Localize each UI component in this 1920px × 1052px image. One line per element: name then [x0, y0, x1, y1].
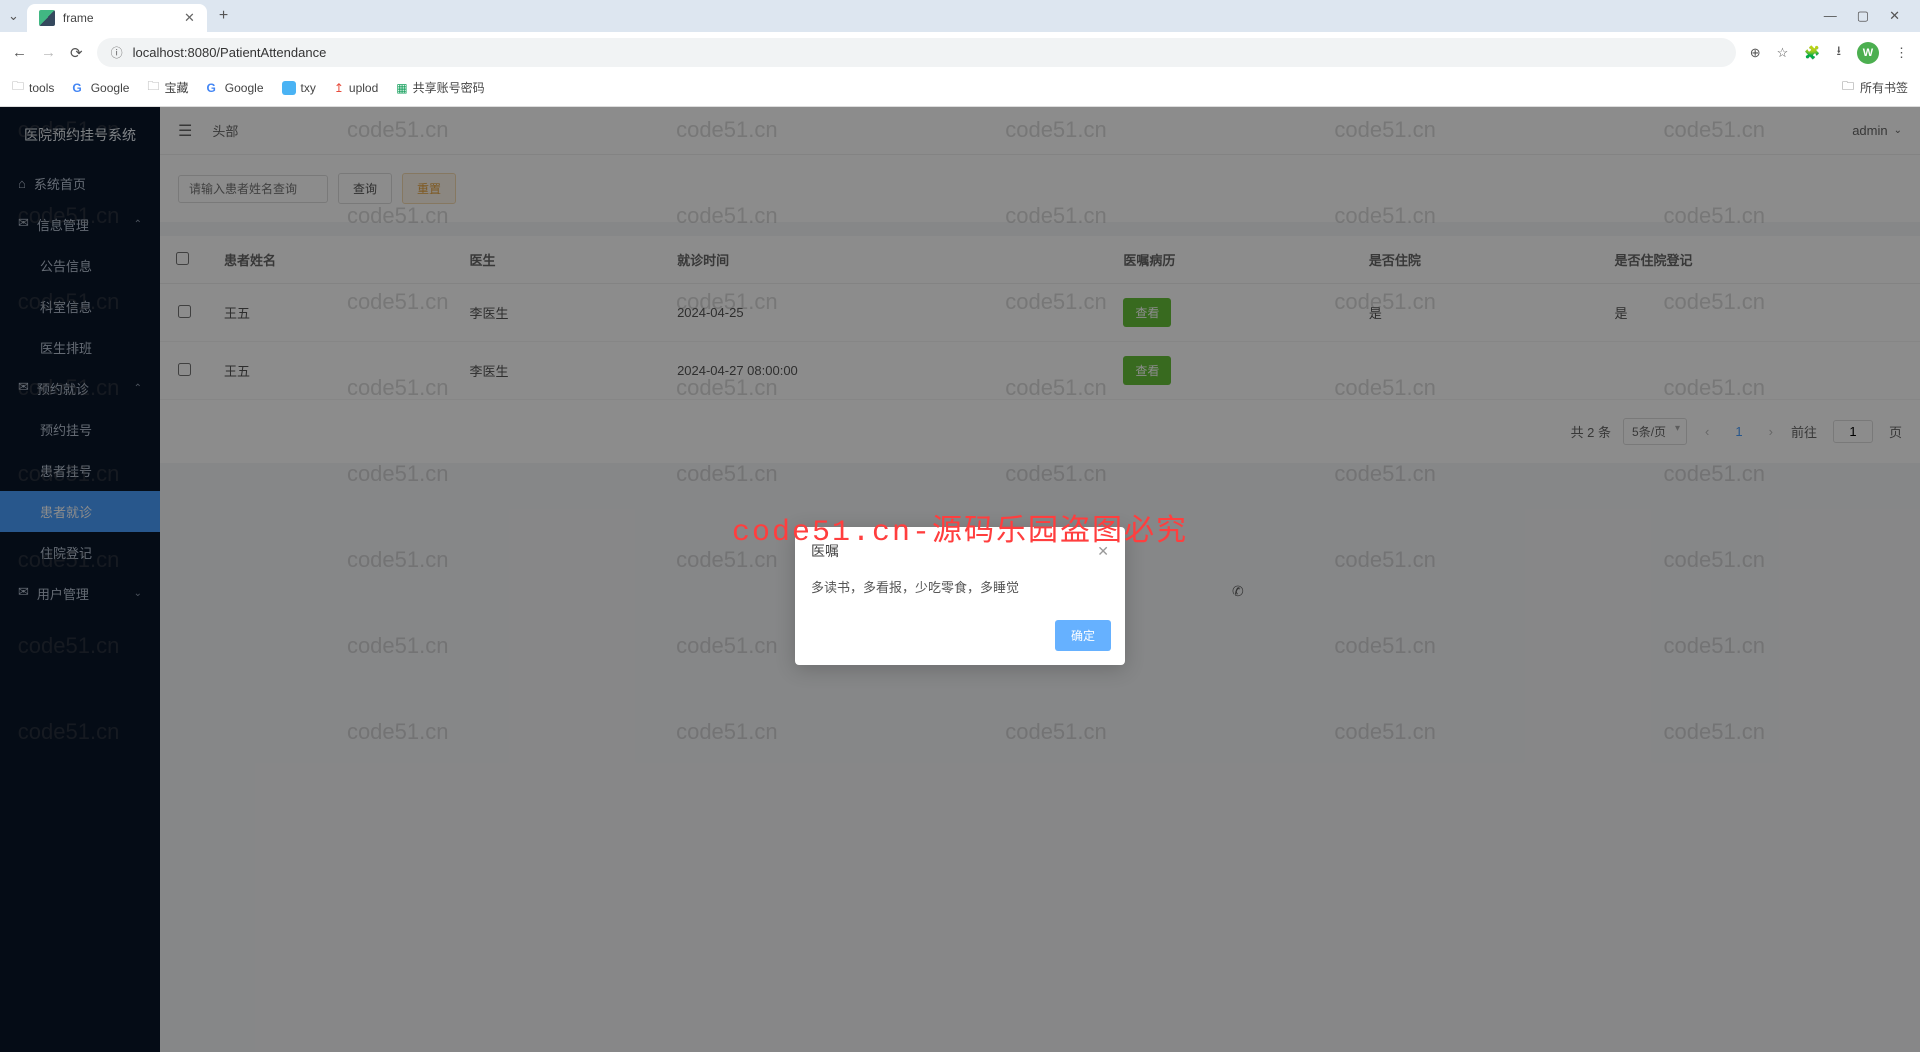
download-icon[interactable]: ⭳	[1836, 42, 1841, 64]
bookmark-item-google[interactable]: Google	[72, 81, 129, 95]
app-root: 医院预约挂号系统 ⌂系统首页 ✉信息管理⌃ 公告信息 科室信息 医生排班 ✉预约…	[0, 107, 1920, 1052]
close-window-button[interactable]: ✕	[1889, 8, 1900, 24]
close-icon[interactable]: ✕	[184, 10, 195, 26]
address-bar: ← → ⟳ ⓘ localhost:8080/PatientAttendance…	[0, 32, 1920, 73]
bookmark-item-google-2[interactable]: Google	[206, 81, 263, 95]
dialog-body: 多读书，多看报，少吃零食，多睡觉	[795, 567, 1125, 612]
bookmark-item-tools[interactable]: 🗀tools	[12, 77, 54, 98]
browser-tab[interactable]: frame ✕	[27, 4, 207, 32]
folder-icon: 🗀	[147, 77, 159, 98]
new-tab-button[interactable]: +	[219, 7, 228, 25]
favicon-icon	[39, 10, 55, 26]
bookmark-bar: 🗀tools Google 🗀宝藏 Google txy ↥uplod ▦共享账…	[0, 73, 1920, 106]
confirm-button[interactable]: 确定	[1055, 620, 1111, 651]
upload-icon: ↥	[334, 81, 344, 95]
bookmark-item-treasure[interactable]: 🗀宝藏	[147, 77, 188, 98]
forward-button[interactable]: →	[41, 44, 56, 61]
window-controls: — ▢ ✕	[1824, 8, 1912, 24]
maximize-button[interactable]: ▢	[1857, 8, 1869, 24]
folder-icon: 🗀	[1842, 77, 1854, 98]
bookmark-item-share[interactable]: ▦共享账号密码	[396, 79, 484, 96]
share-icon: ▦	[396, 81, 407, 95]
folder-icon: 🗀	[12, 77, 24, 98]
reload-button[interactable]: ⟳	[70, 44, 83, 62]
bookmark-star-icon[interactable]: ☆	[1777, 45, 1789, 61]
txy-icon	[282, 81, 296, 95]
tab-bar: ⌄ frame ✕ + — ▢ ✕	[0, 0, 1920, 32]
install-app-icon[interactable]: ⊕	[1750, 45, 1761, 61]
back-button[interactable]: ←	[12, 44, 27, 61]
close-icon[interactable]: ✕	[1097, 543, 1109, 560]
all-bookmarks[interactable]: 🗀所有书签	[1842, 77, 1908, 98]
browser-menu-dropdown[interactable]: ⌄	[8, 8, 19, 24]
tab-title: frame	[63, 11, 176, 25]
bookmark-item-txy[interactable]: txy	[282, 81, 316, 95]
extensions-icon[interactable]: 🧩	[1804, 45, 1820, 61]
browser-chrome: ⌄ frame ✕ + — ▢ ✕ ← → ⟳ ⓘ localhost:8080…	[0, 0, 1920, 107]
url-bar[interactable]: ⓘ localhost:8080/PatientAttendance	[97, 38, 1736, 67]
bookmark-item-uplod[interactable]: ↥uplod	[334, 81, 378, 95]
dialog-title: 医嘱	[811, 541, 839, 561]
confirm-dialog: 医嘱 ✕ 多读书，多看报，少吃零食，多睡觉 确定	[795, 527, 1125, 665]
url-text: localhost:8080/PatientAttendance	[133, 45, 1722, 60]
site-info-icon[interactable]: ⓘ	[111, 44, 123, 61]
minimize-button[interactable]: —	[1824, 8, 1837, 24]
browser-more-icon[interactable]: ⋮	[1895, 45, 1908, 61]
profile-avatar[interactable]: W	[1857, 42, 1879, 64]
